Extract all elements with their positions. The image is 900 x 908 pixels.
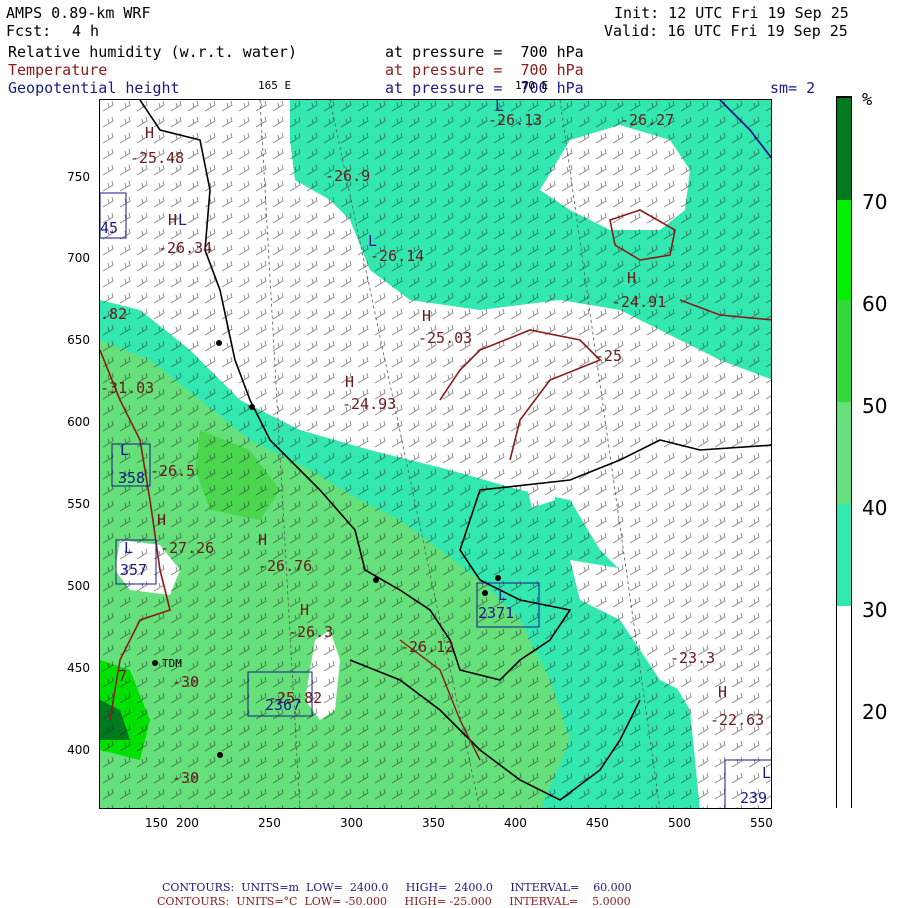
init-time: Init: 12 UTC Fri 19 Sep 25 [614,4,849,22]
contour-label: 7 [118,667,128,685]
contour-label: -26.3 [288,623,334,641]
colorbar-tick-label: 50 [862,394,888,418]
colorbar-segment [837,605,851,808]
y-tick-label: 650 [67,333,90,347]
field-temp-pressure: at pressure = 700 hPa [385,61,584,79]
high-marker: H [168,211,178,229]
low-marker: L [368,232,378,250]
low-marker: L [124,539,134,557]
low-marker: L [120,441,130,459]
station-label-tdm: TDM [162,657,182,670]
colorbar-tick-label: 40 [862,496,888,520]
low-marker: L [495,99,505,115]
contour-label: 239 [740,789,768,807]
contour-label: -26.14 [370,247,425,265]
high-marker: H [145,124,155,142]
y-tick-label: 750 [67,170,90,184]
field-rh-name: Relative humidity (w.r.t. water) [8,43,297,61]
colorbar-tick-label: 60 [862,292,888,316]
field-temp-name: Temperature [8,61,108,79]
colorbar [836,96,852,808]
contour-label: 45 [100,219,119,237]
x-tick-label: 550 [750,816,773,830]
y-tick-label: 500 [67,579,90,593]
y-tick-label: 400 [67,743,90,757]
contour-label: -26.34 [158,239,213,257]
colorbar-segment [837,97,851,200]
contour-label: .82 [100,305,128,323]
x-tick-label: 150 [145,816,168,830]
contour-label: -26.9 [325,167,371,185]
colorbar-tick-label: 30 [862,598,888,622]
map-graphic [100,100,771,808]
colorbar-tick-label: 20 [862,700,888,724]
contour-label: -26.27 [620,111,675,129]
x-tick-label: 200 [176,816,199,830]
x-tick-label: 450 [586,816,609,830]
contour-label: -24.93 [342,395,397,413]
contour-label: 357 [120,561,148,579]
colorbar-segment [837,401,851,504]
contour-label: -23.3 [670,649,716,667]
model-title: AMPS 0.89-km WRF [6,4,151,22]
high-marker: H [627,269,637,287]
valid-time: Valid: 16 UTC Fri 19 Sep 25 [604,22,848,40]
footer-temp-interval: INTERVAL= 5.0000 [509,895,631,908]
high-marker: H [157,511,167,529]
colorbar-segment [837,503,851,606]
high-marker: H [422,307,432,325]
footer-temp-contours: CONTOURS: UNITS=°C LOW= -50.000 HIGH= -2… [150,882,631,908]
y-tick-label: 600 [67,415,90,429]
contour-label: -25 [595,347,623,365]
meridian-label-165e: 165 E [258,79,292,92]
high-marker: H [345,373,355,391]
field-height-pressure: at pressure = 700 hPa [385,79,584,97]
y-tick-label: 550 [67,497,90,511]
contour-label: -27.26 [160,539,215,557]
x-tick-label: 500 [668,816,691,830]
x-tick-label: 350 [422,816,445,830]
colorbar-segment [837,299,851,402]
contour-label: 358 [118,469,146,487]
colorbar-segment [837,197,851,300]
smoothing-label: sm= 2 [770,79,816,97]
x-tick-label: 300 [340,816,363,830]
y-tick-label: 450 [67,661,90,675]
footer-temp-label: CONTOURS: [157,895,230,908]
footer-temp-low: LOW= -50.000 [304,895,388,908]
contour-label: -24.91 [612,293,667,311]
footer-temp-units: UNITS=°C [236,895,298,908]
contour-label: -30 [172,673,200,691]
colorbar-unit: % [862,90,873,110]
low-marker: L [178,211,188,229]
colorbar-tick-label: 70 [862,190,888,214]
contour-label: 2367 [265,696,302,714]
low-marker: L [762,764,772,782]
contour-label: -31.03 [100,379,155,397]
contour-label: -25.03 [418,329,473,347]
field-rh-pressure: at pressure = 700 hPa [385,43,584,61]
contour-label: -26.12 [400,638,455,656]
footer-temp-high: HIGH= -25.000 [404,895,492,908]
field-height-name: Geopotential height [8,79,180,97]
contour-label: -30 [172,769,200,787]
contour-label: -26.5 [150,462,196,480]
map-panel[interactable]: -25.48 -26.9 -26.13 -26.27 -26.34 -26.14 -24.9… [99,99,772,809]
contour-label: -22.63 [710,711,765,729]
contour-label: 2371 [478,604,515,622]
fcst-label: Fcst: [6,22,52,40]
high-marker: H [258,531,268,549]
fcst-value: 4 h [72,22,100,40]
high-marker: H [300,601,310,619]
x-tick-label: 250 [258,816,281,830]
x-tick-label: 400 [504,816,527,830]
low-marker: L [498,586,508,604]
y-tick-label: 700 [67,251,90,265]
contour-label: -26.76 [258,557,313,575]
high-marker: H [718,683,728,701]
meridian-label-170e: 170 E [515,79,549,92]
contour-label: -25.48 [130,149,185,167]
